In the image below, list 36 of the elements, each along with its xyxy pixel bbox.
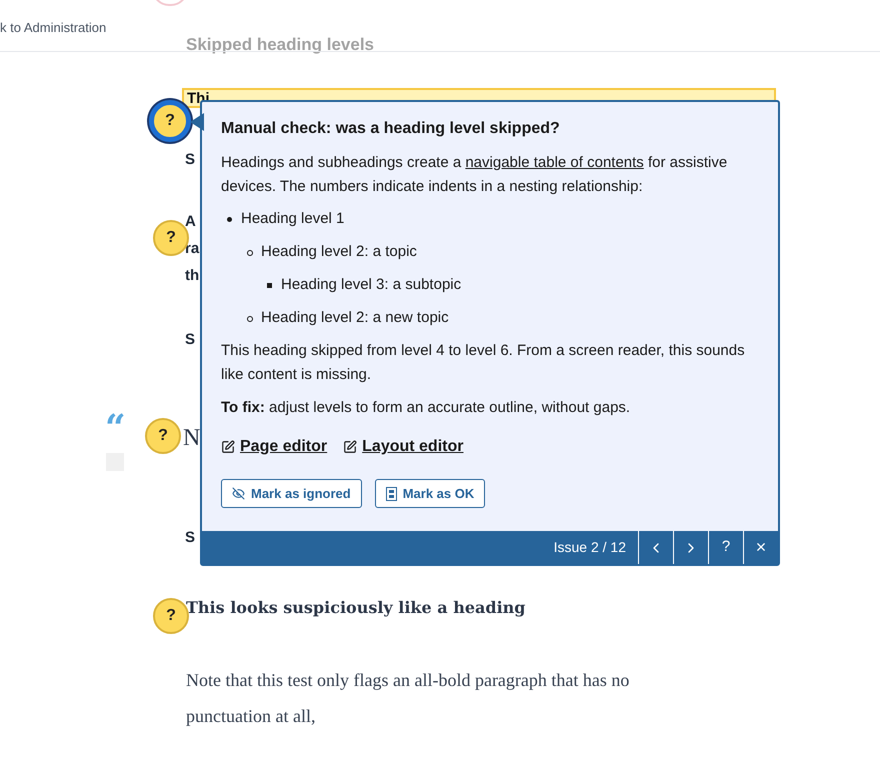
popup-intro: Headings and subheadings create a navigable table of contents for assistive devices. The numbers indicate indents in a nesting relationship: [221, 153, 728, 197]
page-title: Skipped heading levels [186, 34, 374, 56]
bold-paragraph: This looks suspiciously like a heading [186, 597, 526, 619]
editor-link[interactable]: Page editor [221, 435, 328, 459]
text-fragment: S [185, 330, 196, 350]
edit-icon [221, 440, 235, 454]
help-button[interactable]: ? [708, 531, 743, 564]
text-fragment: th [185, 266, 200, 286]
action-button[interactable]: Mark as ignored [221, 479, 362, 508]
text-fragment: S [185, 150, 196, 170]
popup-title: Manual check: was a heading level skipped? [221, 119, 561, 139]
issue-message: This heading skipped from level 4 to level 6. From a screen reader, this sounds like content is missing. [221, 341, 746, 385]
issue-counter: Issue 2 / 12 [554, 538, 627, 557]
editor-link[interactable]: Layout editor [343, 435, 464, 459]
bullet-icon [267, 283, 272, 288]
bullet-icon [227, 217, 232, 222]
text-fragment: N [183, 424, 200, 453]
outline-item: Heading level 3: a subtopic [281, 275, 462, 296]
edit-icon [343, 440, 358, 454]
issue-marker[interactable]: ? [145, 418, 181, 454]
paragraph: Note that this test only flags an all-bold paragraph that has no punctuation at all, [186, 669, 630, 728]
action-button[interactable]: Mark as OK [374, 479, 486, 508]
fix-hint: To fix: adjust levels to form an accurate outline, without gaps. [221, 398, 632, 418]
outline-item: Heading level 1 [241, 209, 344, 230]
text-fragment: S [185, 528, 196, 548]
table-of-contents-link[interactable]: navigable table of contents [465, 154, 644, 171]
bullet-icon [247, 316, 253, 322]
grid-icon [386, 486, 397, 500]
quote-mark: “ [105, 410, 126, 446]
back-link[interactable]: k to Administration [0, 18, 106, 38]
bullet-icon [247, 250, 253, 256]
issue-marker[interactable]: ? [149, 100, 191, 142]
close-button[interactable]: × [743, 531, 778, 564]
eye-off-icon [232, 487, 245, 500]
outline-item: Heading level 2: a new topic [261, 308, 449, 328]
outline-item: Heading level 2: a topic [261, 242, 417, 262]
